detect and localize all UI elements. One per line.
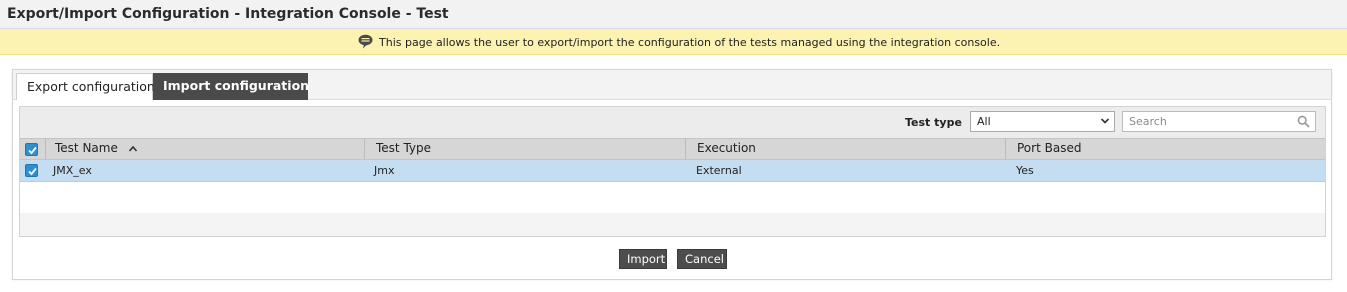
row-checkbox[interactable] [25, 164, 38, 177]
column-separator [45, 139, 46, 159]
cell-port-based: Yes [1016, 164, 1034, 177]
grid-toolbar: Test type All Search [20, 107, 1325, 138]
empty-row [20, 213, 1325, 236]
info-message: This page allows the user to export/impo… [379, 36, 1001, 49]
cell-execution: External [696, 164, 742, 177]
info-banner: This page allows the user to export/impo… [0, 29, 1347, 55]
select-all-checkbox[interactable] [25, 143, 38, 156]
title-bar: Export/Import Configuration - Integratio… [0, 0, 1347, 29]
tab-bar: Export configuration Import configuratio… [13, 70, 1331, 100]
test-type-value: All [977, 115, 991, 128]
import-button[interactable]: Import [619, 249, 667, 269]
tab-export-configuration[interactable]: Export configuration [16, 73, 155, 100]
column-header-test-type[interactable]: Test Type [376, 139, 431, 159]
search-input[interactable]: Search [1122, 111, 1316, 132]
column-header-port-based[interactable]: Port Based [1017, 139, 1081, 159]
column-separator [1005, 139, 1006, 159]
check-icon [28, 167, 37, 176]
cancel-button[interactable]: Cancel [677, 249, 727, 269]
column-header-test-name[interactable]: Test Name [55, 139, 138, 159]
search-placeholder: Search [1129, 115, 1167, 128]
tests-grid: Test type All Search Test Name Test Type… [19, 106, 1326, 237]
info-content: This page allows the user to export/impo… [358, 33, 1000, 49]
config-panel: Export configuration Import configuratio… [12, 69, 1332, 280]
empty-row [20, 182, 1325, 213]
column-header-execution[interactable]: Execution [697, 139, 756, 159]
cell-test-name: JMX_ex [53, 164, 92, 177]
column-label-test-name: Test Name [55, 141, 118, 155]
table-row[interactable]: JMX_ex Jmx External Yes [20, 160, 1325, 182]
test-type-label: Test type [905, 116, 962, 129]
search-icon[interactable] [1297, 115, 1310, 128]
table-header: Test Name Test Type Execution Port Based [20, 138, 1325, 160]
test-type-select[interactable]: All [970, 111, 1115, 132]
column-separator [685, 139, 686, 159]
chevron-down-icon [1100, 118, 1110, 124]
tab-import-configuration[interactable]: Import configuration [153, 73, 309, 100]
page-title: Export/Import Configuration - Integratio… [7, 6, 449, 22]
check-icon [28, 146, 37, 155]
cell-test-type: Jmx [374, 164, 395, 177]
column-separator [364, 139, 365, 159]
sort-ascending-icon[interactable] [128, 145, 138, 153]
speech-bubble-icon [358, 34, 373, 49]
